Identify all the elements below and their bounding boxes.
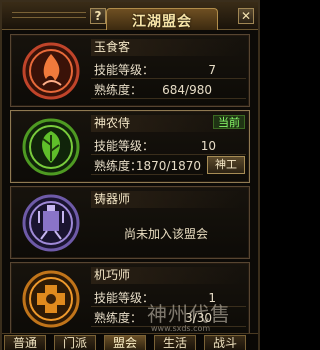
tab-bar: 普通 门派 盟会 生活 战斗	[2, 333, 258, 350]
gear-crest-icon	[22, 270, 80, 328]
guild-window: ? 江湖盟会 ✕ 玉食客 技能等级： 7 熟练度： 684/980 神农侍 当前…	[0, 0, 260, 350]
proficiency-value: 684/980	[162, 83, 212, 97]
divine-craft-button[interactable]: 神工	[207, 156, 245, 174]
current-badge: 当前	[213, 115, 245, 129]
skill-level-value: 10	[200, 139, 216, 153]
help-button[interactable]: ?	[90, 8, 106, 24]
skill-level-row: 技能等级： 7	[91, 62, 246, 79]
skill-level-label: 技能等级：	[94, 291, 155, 305]
skill-level-label: 技能等级：	[94, 139, 155, 153]
skill-level-row: 技能等级： 10	[91, 138, 246, 155]
herb-crest-icon	[22, 118, 80, 176]
guild-card-3[interactable]: 铸器师 尚未加入该盟会	[10, 186, 250, 259]
flame-crest-icon	[22, 42, 80, 100]
tab-life[interactable]: 生活	[154, 335, 196, 350]
watermark: 神州代售 www.sxds.com	[147, 298, 262, 338]
guild-card-1[interactable]: 玉食客 技能等级： 7 熟练度： 684/980	[10, 34, 250, 107]
forge-crest-icon	[22, 194, 80, 252]
not-joined-notice: 尚未加入该盟会	[123, 227, 208, 241]
tab-sect[interactable]: 门派	[54, 335, 96, 350]
watermark-url: www.sxds.com	[151, 324, 211, 333]
window-title: 江湖盟会	[132, 14, 192, 30]
tab-normal[interactable]: 普通	[4, 335, 46, 350]
watermark-text: 神州代售	[147, 302, 231, 326]
proficiency-value: 1870/1870	[135, 159, 201, 173]
tab-guild[interactable]: 盟会	[104, 335, 146, 350]
title-ornament-left	[12, 12, 86, 18]
guild-name: 机巧师	[91, 267, 241, 284]
tab-combat[interactable]: 战斗	[204, 335, 246, 350]
close-button[interactable]: ✕	[238, 8, 254, 24]
guild-name: 玉食客	[91, 39, 241, 56]
skill-level-label: 技能等级：	[94, 63, 155, 77]
skill-level-value: 7	[208, 63, 216, 77]
proficiency-row: 熟练度： 1870/1870	[91, 158, 203, 175]
guild-card-2[interactable]: 神农侍 当前 技能等级： 10 熟练度： 1870/1870 神工	[10, 110, 250, 183]
proficiency-row: 熟练度： 684/980	[91, 82, 246, 99]
title-plate: 江湖盟会	[106, 8, 218, 30]
proficiency-label: 熟练度：	[94, 83, 143, 97]
title-bar[interactable]: ? 江湖盟会 ✕	[2, 2, 258, 30]
proficiency-label: 熟练度：	[94, 159, 143, 173]
proficiency-label: 熟练度：	[94, 311, 143, 325]
guild-name: 铸器师	[91, 191, 241, 208]
